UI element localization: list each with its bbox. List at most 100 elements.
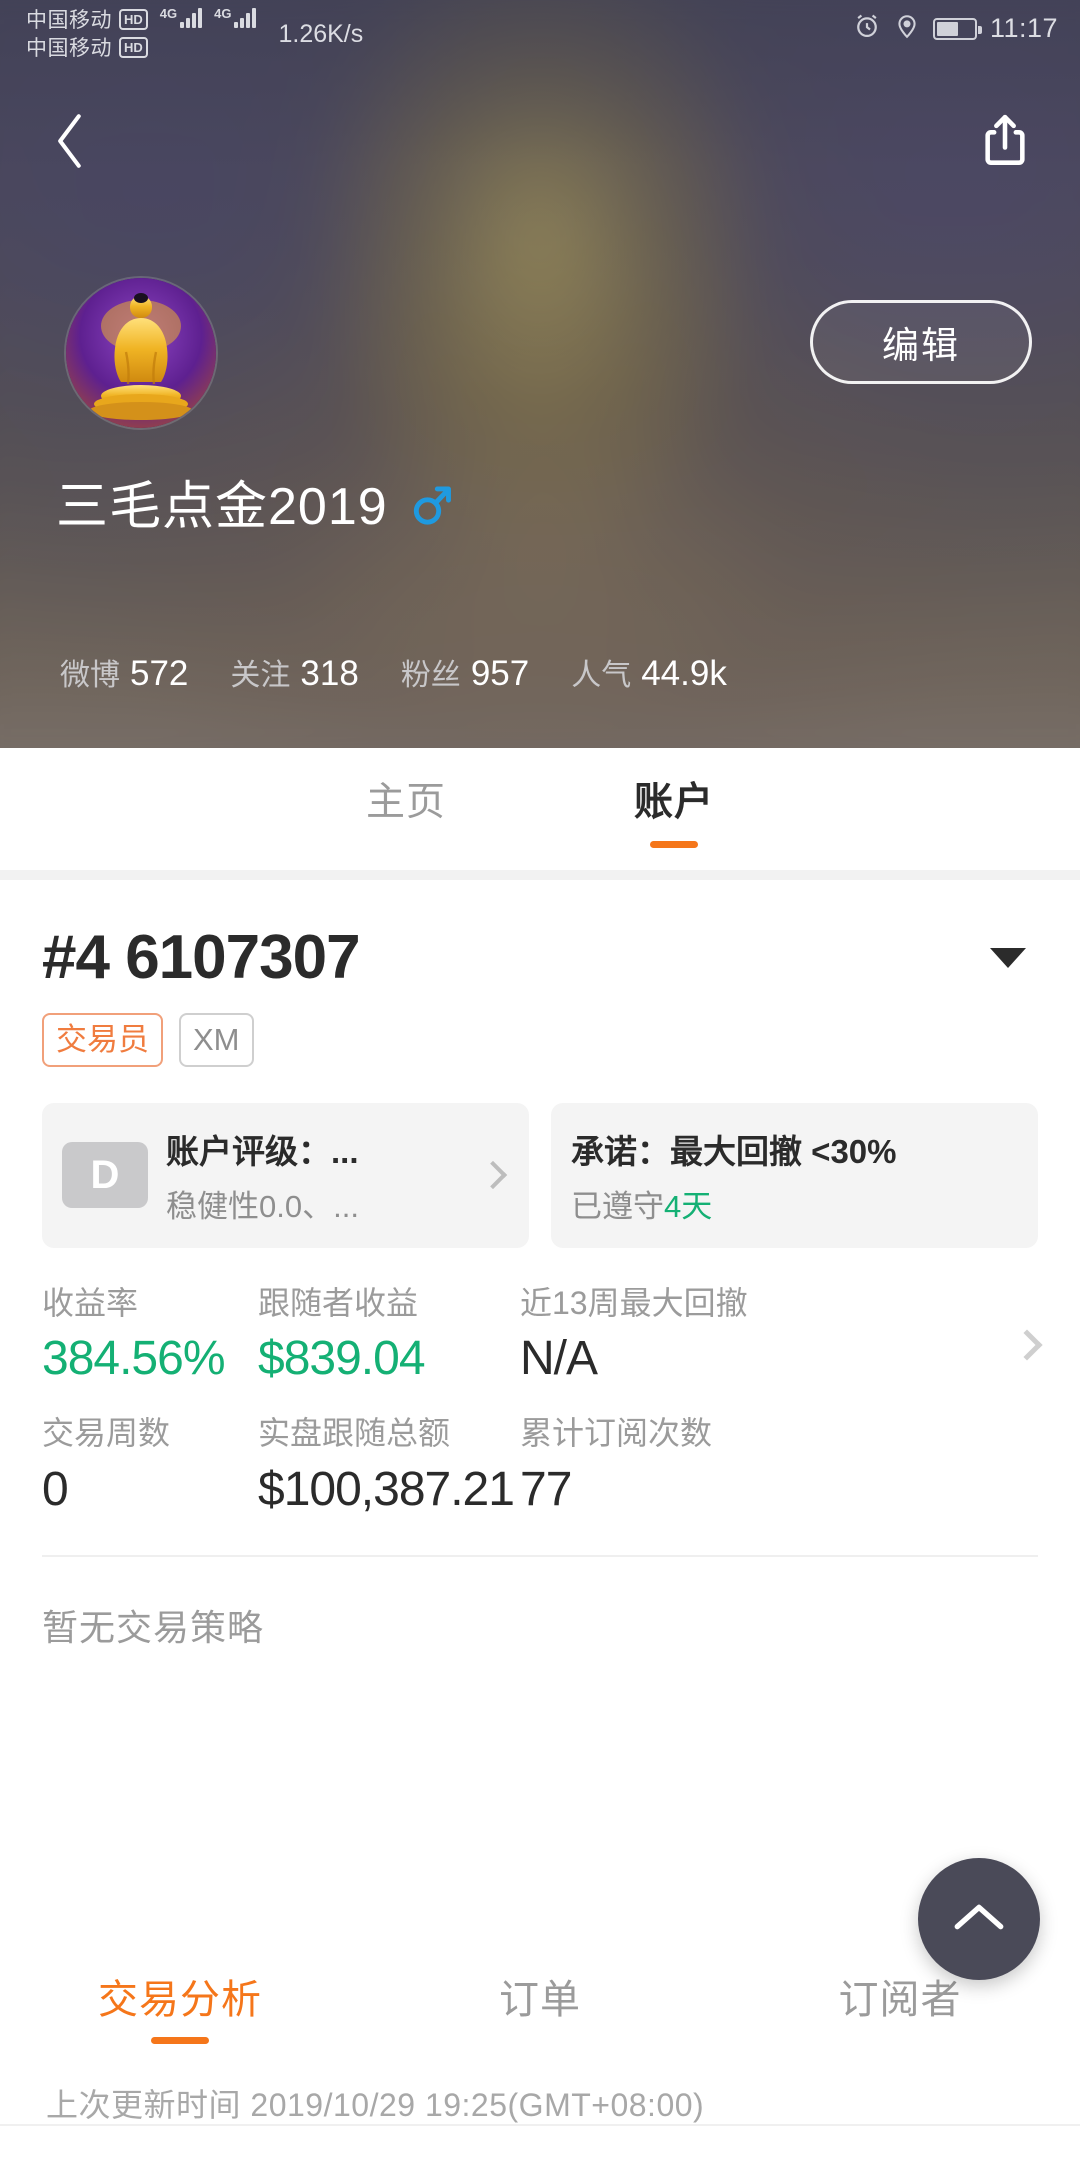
tab-home-underline — [382, 841, 430, 848]
metric-max-drawdown-value: N/A — [520, 1332, 598, 1386]
stat-following-value: 318 — [300, 654, 359, 693]
badge-trader: 交易员 — [42, 1013, 163, 1067]
rating-letter-badge: D — [62, 1142, 148, 1209]
tab-home[interactable]: 主页 — [366, 771, 446, 848]
carrier-name-secondary: 中国移动 — [26, 37, 112, 60]
subtab-orders-label: 订单 — [499, 1977, 581, 2022]
last-update-time: 上次更新时间 2019/10/29 19:25(GMT+08:00) — [46, 2087, 705, 2123]
metric-trading-weeks: 交易周数 0 — [42, 1414, 258, 1515]
footer-divider — [0, 2124, 1080, 2126]
metric-trading-weeks-label: 交易周数 — [42, 1415, 171, 1452]
stat-weibo-value: 572 — [130, 654, 189, 693]
tab-account-label: 账户 — [634, 780, 715, 824]
avatar[interactable] — [66, 278, 216, 428]
metric-follower-profit-label: 跟随者收益 — [258, 1284, 419, 1321]
stat-following-label: 关注 — [230, 659, 291, 692]
buddha-avatar-art — [66, 278, 216, 428]
metric-max-drawdown-label: 近13周最大回撤 — [520, 1284, 748, 1321]
profile-stats: 微博 572 关注 318 粉丝 957 人气 44.9k — [60, 650, 727, 694]
location-icon — [894, 12, 920, 45]
stat-followers[interactable]: 粉丝 957 — [401, 650, 529, 694]
stat-followers-value: 957 — [470, 654, 530, 693]
rating-card-subtitle: 稳健性0.0、... — [166, 1188, 359, 1224]
stat-followers-label: 粉丝 — [400, 659, 461, 692]
metric-follower-profit-value: $839.04 — [258, 1332, 426, 1386]
subtab-orders-underline — [511, 2037, 569, 2044]
metric-trading-weeks-value: 0 — [42, 1462, 69, 1516]
scroll-to-top-button[interactable] — [918, 1858, 1040, 1980]
tab-account-underline — [650, 840, 698, 848]
back-button[interactable] — [36, 106, 106, 176]
stat-weibo[interactable]: 微博 572 — [60, 650, 188, 694]
carrier-group: 中国移动 HD 中国移动 HD — [26, 6, 148, 60]
account-header-row[interactable]: #4 6107307 — [42, 922, 1038, 993]
commitment-days: 4天 — [664, 1188, 713, 1224]
metric-total-subscriptions: 累计订阅次数 77 — [520, 1414, 1038, 1515]
carrier-row-primary: 中国移动 HD — [26, 6, 148, 32]
metrics-row-2: 交易周数 0 实盘跟随总额 $100,387.21 累计订阅次数 77 — [42, 1414, 1038, 1515]
commitment-card: 承诺：最大回撤 <30% 已遵守4天 — [551, 1102, 1038, 1248]
share-button[interactable] — [970, 106, 1040, 176]
subtab-orders[interactable]: 订单 — [360, 1967, 720, 2044]
network-type-secondary: 4G — [214, 6, 232, 21]
metric-total-subscriptions-value: 77 — [520, 1462, 572, 1516]
subtab-subscribers-underline — [871, 2037, 929, 2044]
metric-max-drawdown: 近13周最大回撤 N/A — [520, 1284, 1038, 1385]
status-bar-clock: 11:17 — [989, 13, 1058, 43]
commitment-card-title: 承诺：最大回撤 <30% — [571, 1132, 897, 1170]
tabs-divider — [0, 870, 1080, 880]
rating-card-text: 账户评级：... 稳健性0.0、... — [166, 1125, 465, 1226]
subtab-subscribers[interactable]: 订阅者 — [720, 1967, 1080, 2044]
chevron-right-icon — [478, 1160, 508, 1190]
metric-return-rate-value: 384.56% — [42, 1332, 226, 1386]
signal-bars-primary — [180, 6, 203, 28]
empty-strategy-text: 暂无交易策略 — [42, 1607, 265, 1649]
status-bar-left: 中国移动 HD 中国移动 HD 4G 4G 1.26K/s — [26, 6, 363, 60]
stat-weibo-label: 微博 — [60, 659, 120, 692]
metric-total-following-amount-label: 实盘跟随总额 — [258, 1415, 451, 1452]
main-tabs: 主页 账户 — [0, 748, 1080, 870]
sub-tabs: 交易分析 订单 订阅者 — [0, 1946, 1080, 2064]
account-number: #4 6107307 — [42, 923, 361, 992]
stat-popularity-value: 44.9k — [641, 654, 727, 693]
account-rating-card[interactable]: D 账户评级：... 稳健性0.0、... — [42, 1102, 529, 1248]
account-badges: 交易员 XM — [42, 1013, 1038, 1067]
edit-profile-button[interactable]: 编辑 — [810, 300, 1032, 384]
commitment-card-subtitle: 已遵守4天 — [571, 1181, 1018, 1226]
hd-badge-primary: HD — [119, 8, 148, 30]
metric-return-rate: 收益率 384.56% — [42, 1284, 258, 1385]
commitment-prefix: 已遵守 — [571, 1188, 664, 1224]
alarm-icon — [853, 12, 881, 45]
network-speed: 1.26K/s — [278, 19, 364, 48]
subtab-subscribers-label: 订阅者 — [838, 1977, 962, 2022]
carrier-row-secondary: 中国移动 HD — [26, 34, 148, 60]
tab-account[interactable]: 账户 — [634, 771, 714, 848]
chevron-up-icon — [950, 1897, 1008, 1942]
subtab-trade-analysis-underline — [151, 2036, 209, 2044]
profile-hero: 中国移动 HD 中国移动 HD 4G 4G 1.26K/s 11:17 编辑 三… — [0, 0, 1080, 748]
metric-total-following-amount: 实盘跟随总额 $100,387.21 — [258, 1414, 520, 1515]
metric-return-rate-label: 收益率 — [42, 1284, 139, 1321]
footer: 上次更新时间 2019/10/29 19:25(GMT+08:00) — [0, 2064, 1080, 2160]
status-bar: 中国移动 HD 中国移动 HD 4G 4G 1.26K/s 11:17 — [0, 0, 1080, 62]
subtab-trade-analysis-label: 交易分析 — [98, 1977, 262, 2022]
gender-male-icon — [410, 480, 452, 533]
info-cards: D 账户评级：... 稳健性0.0、... 承诺：最大回撤 <30% 已遵守4天 — [0, 1067, 1080, 1248]
hero-navbar — [0, 96, 1080, 186]
signal-bars-secondary — [234, 6, 257, 28]
tab-home-label: 主页 — [365, 780, 446, 824]
stat-popularity-label: 人气 — [571, 659, 632, 692]
rating-card-title: 账户评级：... — [166, 1132, 359, 1170]
commitment-card-text: 承诺：最大回撤 <30% 已遵守4天 — [571, 1125, 1018, 1226]
hd-badge-secondary: HD — [119, 36, 148, 58]
metrics-row-1[interactable]: 收益率 384.56% 跟随者收益 $839.04 近13周最大回撤 N/A — [42, 1284, 1043, 1386]
stat-popularity[interactable]: 人气 44.9k — [571, 650, 727, 694]
profile-username: 三毛点金2019 — [56, 477, 388, 536]
stat-following[interactable]: 关注 318 — [230, 650, 358, 694]
chevron-down-icon[interactable] — [990, 947, 1026, 968]
carrier-name-primary: 中国移动 — [26, 9, 112, 32]
network-type-primary: 4G — [159, 6, 178, 21]
battery-icon — [932, 17, 982, 40]
profile-name-row: 三毛点金2019 — [56, 480, 452, 533]
subtab-trade-analysis[interactable]: 交易分析 — [0, 1967, 360, 2044]
